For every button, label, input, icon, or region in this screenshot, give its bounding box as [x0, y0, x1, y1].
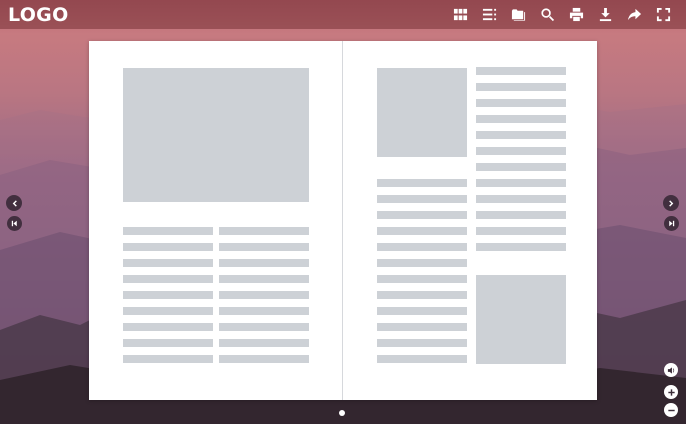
speaker-icon [667, 366, 674, 374]
text-line-placeholder [377, 339, 467, 347]
text-line-placeholder [377, 275, 467, 283]
sound-button[interactable] [664, 363, 678, 377]
print-button[interactable] [562, 0, 591, 29]
download-icon [599, 7, 612, 22]
share-button[interactable] [620, 0, 649, 29]
open-book-spread[interactable] [89, 41, 597, 400]
download-button[interactable] [591, 0, 620, 29]
text-line-placeholder [219, 259, 309, 267]
text-line-placeholder [476, 195, 566, 203]
text-line-placeholder [219, 355, 309, 363]
text-line-placeholder [377, 195, 467, 203]
text-line-placeholder [123, 355, 213, 363]
text-line-placeholder [219, 307, 309, 315]
share-icon [627, 8, 642, 21]
flipbook-viewer: LOGO [0, 0, 686, 424]
toolbar-actions [446, 0, 678, 29]
text-line-placeholder [377, 211, 467, 219]
text-line-placeholder [476, 99, 566, 107]
print-icon [569, 7, 584, 22]
text-line-placeholder [476, 83, 566, 91]
first-page-button[interactable] [7, 216, 22, 231]
text-line-placeholder [377, 307, 467, 315]
text-line-placeholder [123, 227, 213, 235]
text-line-placeholder [377, 355, 467, 363]
text-line-placeholder [219, 275, 309, 283]
text-line-placeholder [219, 323, 309, 331]
folder-icon [511, 9, 526, 21]
text-line-placeholder [219, 291, 309, 299]
last-page-button[interactable] [664, 216, 679, 231]
image-placeholder [476, 275, 566, 364]
text-line-placeholder [123, 291, 213, 299]
plus-icon [667, 388, 675, 396]
next-page-button[interactable] [663, 195, 679, 211]
table-of-contents-icon [482, 8, 497, 21]
zoom-in-button[interactable] [664, 385, 678, 399]
table-of-contents-button[interactable] [475, 0, 504, 29]
zoom-out-button[interactable] [664, 403, 678, 417]
text-line-placeholder [476, 211, 566, 219]
text-line-placeholder [123, 307, 213, 315]
text-line-placeholder [123, 339, 213, 347]
text-line-placeholder [377, 227, 467, 235]
image-placeholder [123, 68, 309, 202]
text-line-placeholder [476, 243, 566, 251]
text-line-placeholder [123, 275, 213, 283]
text-line-placeholder [476, 115, 566, 123]
minus-icon [667, 409, 675, 411]
thumbnails-button[interactable] [446, 0, 475, 29]
text-line-placeholder [377, 259, 467, 267]
skip-to-first-icon [11, 220, 17, 227]
text-line-placeholder [377, 179, 467, 187]
text-line-placeholder [377, 243, 467, 251]
search-icon [541, 8, 555, 22]
page-indicator-dot[interactable] [339, 410, 345, 416]
text-line-placeholder [476, 147, 566, 155]
text-line-placeholder [476, 227, 566, 235]
logo: LOGO [8, 3, 69, 26]
fullscreen-icon [656, 7, 671, 22]
chevron-left-icon [12, 199, 17, 207]
search-button[interactable] [533, 0, 562, 29]
text-line-placeholder [377, 291, 467, 299]
skip-to-last-icon [669, 220, 675, 227]
previous-page-button[interactable] [6, 195, 22, 211]
fullscreen-button[interactable] [649, 0, 678, 29]
text-line-placeholder [123, 243, 213, 251]
text-line-placeholder [476, 67, 566, 75]
text-line-placeholder [219, 243, 309, 251]
text-line-placeholder [219, 339, 309, 347]
text-line-placeholder [123, 259, 213, 267]
thumbnails-icon [453, 8, 468, 21]
image-placeholder [377, 68, 467, 157]
folder-button[interactable] [504, 0, 533, 29]
text-line-placeholder [476, 131, 566, 139]
text-line-placeholder [219, 227, 309, 235]
text-line-placeholder [476, 179, 566, 187]
top-toolbar: LOGO [0, 0, 686, 29]
text-line-placeholder [123, 323, 213, 331]
book-spine [342, 41, 343, 400]
text-line-placeholder [476, 163, 566, 171]
chevron-right-icon [668, 199, 673, 207]
text-line-placeholder [377, 323, 467, 331]
